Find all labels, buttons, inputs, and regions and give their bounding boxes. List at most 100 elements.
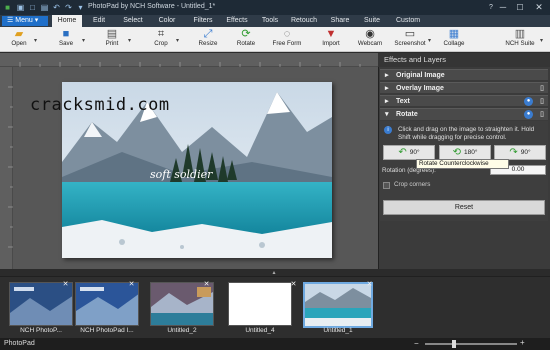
zoom-slider[interactable]: [425, 343, 517, 345]
app-icon: ■: [5, 3, 10, 12]
save-label: Save: [58, 40, 74, 47]
rotate-cw-button[interactable]: ↷ 90°: [494, 145, 546, 160]
watermark-text: cracksmid.com: [30, 95, 170, 115]
quick-save-icon[interactable]: ▣: [16, 3, 25, 12]
visibility-toggle-icon[interactable]: ●: [524, 110, 533, 119]
rotate-label: Rotate: [236, 40, 256, 47]
window-title: PhotoPad by NCH Software - Untitled_1*: [88, 3, 216, 10]
section-text[interactable]: ▸ Text ● ▯: [380, 95, 548, 106]
tab-share[interactable]: Share: [326, 15, 354, 27]
section-rotate[interactable]: ▾ Rotate ● ▯: [380, 108, 548, 120]
close-thumbnail-icon[interactable]: ✕: [366, 281, 373, 288]
rotate-ccw-label: 90°: [409, 149, 420, 157]
rotate-icon: ⟳: [241, 28, 251, 40]
quick-new-icon[interactable]: □: [28, 3, 37, 12]
rotate-button[interactable]: ⟳ Rotate: [232, 28, 260, 52]
collage-button[interactable]: ▦ Collage: [440, 28, 468, 52]
import-button[interactable]: ▼ Import: [318, 28, 344, 52]
thumbnail-selected[interactable]: [303, 282, 373, 328]
close-thumbnail-icon[interactable]: ✕: [290, 281, 297, 288]
resize-button[interactable]: ⤢ Resize: [194, 28, 222, 52]
tab-suite[interactable]: Suite: [360, 15, 384, 27]
resize-label: Resize: [198, 40, 218, 47]
dropdown-icon[interactable]: ▾: [76, 3, 85, 12]
screenshot-icon: ▭: [404, 28, 416, 40]
nch-suite-button[interactable]: ▥ NCH Suite: [502, 28, 538, 52]
thumbnail[interactable]: [9, 282, 73, 326]
crop-icon: ⌗: [157, 28, 165, 40]
webcam-label: Webcam: [357, 40, 383, 47]
tab-color[interactable]: Color: [153, 15, 181, 27]
maximize-button[interactable]: ☐: [511, 0, 529, 15]
collage-label: Collage: [443, 40, 465, 47]
ruler-top-ticks: [19, 62, 361, 67]
zoom-slider-handle[interactable]: [452, 340, 456, 348]
section-label: Text: [396, 98, 410, 105]
tab-effects[interactable]: Effects: [222, 15, 252, 27]
crop-button[interactable]: ⌗ Crop: [148, 28, 174, 52]
import-label: Import: [322, 40, 340, 47]
thumbnail[interactable]: [75, 282, 139, 326]
ruler-left-ticks: [8, 86, 13, 248]
open-label: Open: [11, 40, 27, 47]
menu-button[interactable]: ☰ Menu ▾: [2, 16, 48, 26]
thumbnail-image: [10, 283, 72, 325]
resize-icon: ⤢: [203, 28, 213, 40]
crop-corners-checkbox[interactable]: [383, 182, 390, 189]
zoom-in-button[interactable]: +: [520, 338, 525, 347]
webcam-icon: ◉: [365, 28, 375, 40]
print-dropdown-icon[interactable]: ▾: [128, 37, 131, 44]
trash-icon[interactable]: ▯: [540, 96, 544, 107]
toolbar: ▰ Open ▾ ■ Save ▾ ▤ Print ▾ ⌗ Crop ▾ ⤢ R…: [0, 27, 550, 52]
open-dropdown-icon[interactable]: ▾: [34, 37, 37, 44]
close-thumbnail-icon[interactable]: ✕: [62, 281, 69, 288]
rotate-hint: Click and drag on the image to straighte…: [398, 126, 535, 141]
tab-edit[interactable]: Edit: [86, 15, 112, 27]
section-original-image[interactable]: ▸ Original Image: [380, 69, 548, 80]
print-button[interactable]: ▤ Print: [99, 28, 125, 52]
floppy-icon: ■: [62, 28, 70, 40]
trash-icon[interactable]: ▯: [540, 109, 544, 121]
overlay-text-layer[interactable]: soft soldier: [150, 168, 212, 181]
thumbnail[interactable]: [228, 282, 292, 326]
free-form-button[interactable]: ◌ Free Form: [270, 28, 304, 52]
open-button[interactable]: ▰ Open: [6, 28, 32, 52]
tab-custom[interactable]: Custom: [392, 15, 424, 27]
section-overlay-image[interactable]: ▸ Overlay Image ▯: [380, 82, 548, 93]
visibility-toggle-icon[interactable]: ●: [524, 97, 533, 106]
reset-button[interactable]: Reset: [383, 200, 545, 215]
save-dropdown-icon[interactable]: ▾: [82, 37, 85, 44]
tab-select[interactable]: Select: [118, 15, 148, 27]
tab-retouch[interactable]: Retouch: [287, 15, 321, 27]
ruler-left: [0, 67, 13, 269]
quick-open-icon[interactable]: ▤: [40, 3, 49, 12]
folder-icon: ▰: [14, 28, 24, 40]
undo-icon[interactable]: ↶: [52, 3, 61, 12]
save-button[interactable]: ■ Save: [53, 28, 79, 52]
status-app-name: PhotoPad: [4, 340, 35, 347]
thumbnail-label: NCH PhotoP...: [20, 327, 62, 334]
panel-title: Effects and Layers: [378, 53, 550, 67]
webcam-button[interactable]: ◉ Webcam: [355, 28, 385, 52]
close-thumbnail-icon[interactable]: ✕: [203, 281, 210, 288]
zoom-out-button[interactable]: −: [414, 339, 419, 348]
rotate-180-button[interactable]: ⟲ 180°: [439, 145, 491, 160]
ruler-top: [0, 53, 378, 67]
tab-tools[interactable]: Tools: [257, 15, 283, 27]
tab-filters[interactable]: Filters: [188, 15, 218, 27]
minimize-button[interactable]: ─: [494, 0, 512, 15]
suite-dropdown-icon[interactable]: ▾: [540, 37, 543, 44]
hamburger-icon: ☰: [7, 17, 16, 24]
crop-dropdown-icon[interactable]: ▾: [176, 37, 179, 44]
screenshot-button[interactable]: ▭ Screenshot: [393, 28, 427, 52]
thumbnail[interactable]: [150, 282, 214, 326]
tab-home[interactable]: Home: [52, 15, 82, 27]
screenshot-dropdown-icon[interactable]: ▾: [428, 37, 431, 44]
close-thumbnail-icon[interactable]: ✕: [128, 281, 135, 288]
print-label: Print: [105, 40, 119, 47]
nch-suite-label: NCH Suite: [505, 40, 535, 47]
rotate-ccw-button[interactable]: ↶ 90°: [383, 145, 435, 160]
redo-icon[interactable]: ↷: [64, 3, 73, 12]
trash-icon[interactable]: ▯: [540, 83, 544, 94]
close-button[interactable]: ✕: [530, 0, 548, 15]
